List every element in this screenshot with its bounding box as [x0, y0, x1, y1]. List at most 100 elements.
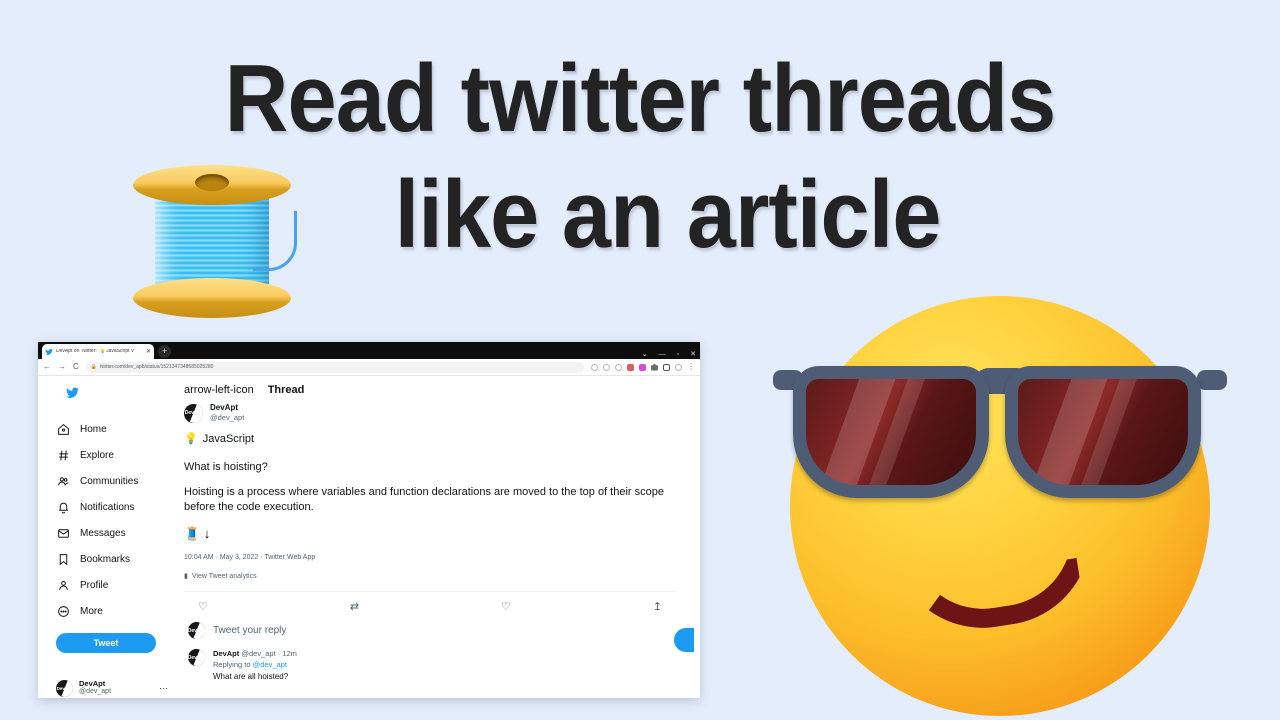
twitter-bird-icon	[45, 348, 53, 355]
new-tab-button[interactable]: +	[158, 345, 171, 358]
sidebar-item-label: Explore	[80, 449, 114, 461]
sidebar-item-label: More	[80, 605, 103, 617]
close-window-icon[interactable]: ✕	[690, 351, 696, 358]
avatar: DevApt	[56, 679, 73, 697]
tweet-author-name: DevApt	[210, 403, 239, 412]
extension-red-icon[interactable]	[627, 363, 634, 371]
address-bar[interactable]: 🔒 twitter.com/dev_apb/status/15213473486…	[85, 361, 584, 373]
sidebar-item-label: Notifications	[80, 501, 135, 513]
sidebar-item-label: Communities	[80, 475, 139, 487]
sub-tweet-name: DevApt	[213, 649, 240, 659]
bookmark-star-icon[interactable]	[615, 363, 622, 371]
sub-tweet-replying: Replying to @dev_apt	[213, 660, 297, 669]
browser-titlebar: DevApt on Twitter: "💡JavaScript V ✕ + ⌄ …	[38, 342, 700, 359]
sidebar-item-profile[interactable]: Profile	[56, 572, 180, 598]
floating-action-button[interactable]	[674, 628, 694, 652]
twitter-page: Home Explore Communities Notifications M…	[38, 376, 700, 698]
thread-spool-icon	[133, 163, 297, 318]
reply-icon[interactable]: ♡	[198, 600, 208, 613]
reply-placeholder: Tweet your reply	[213, 625, 287, 637]
edit-icon[interactable]	[603, 363, 610, 371]
tab-title: DevApt on Twitter: "💡JavaScript V	[56, 349, 135, 354]
sub-tweet-text: What are all hoisted?	[213, 672, 289, 682]
replying-prefix: Replying to	[213, 660, 253, 670]
sidebar-item-messages[interactable]: Messages	[56, 520, 180, 546]
twitter-bird-icon[interactable]	[64, 386, 81, 400]
headline-line-1: Read twitter threads	[224, 45, 1057, 152]
tweet-analytics-link[interactable]: ▮ View Tweet analytics	[184, 572, 676, 581]
ellipsis-icon[interactable]: ···	[159, 683, 168, 693]
avatar: DevApt	[188, 649, 205, 667]
more-circle-icon	[56, 605, 71, 618]
bookmark-icon	[56, 553, 71, 566]
sunglasses-icon	[773, 358, 1227, 514]
share-icon[interactable]	[591, 363, 598, 371]
tweet-question: What is hoisting?	[184, 461, 268, 474]
lock-icon: 🔒	[90, 364, 98, 370]
poster-canvas: Read twitter threads like an article Dev…	[0, 0, 1280, 720]
like-icon[interactable]: ♡	[501, 600, 511, 613]
sidebar-item-communities[interactable]: Communities	[56, 468, 180, 494]
thread-reply-tweet[interactable]: DevApt DevApt @dev_apt · 12m Replying to…	[184, 649, 676, 681]
minimize-icon[interactable]: —	[659, 351, 666, 358]
reload-icon[interactable]: C	[73, 363, 79, 371]
maximize-icon[interactable]: ▫	[677, 351, 679, 358]
sidebar-item-explore[interactable]: Explore	[56, 442, 180, 468]
tweet-button[interactable]: Tweet	[56, 633, 156, 653]
communities-icon	[56, 475, 71, 488]
window-controls: ⌄ — ▫ ✕	[642, 351, 696, 358]
sidebar-item-label: Profile	[80, 579, 109, 591]
chevron-down-icon[interactable]: ⌄	[642, 351, 648, 358]
thread-column: arrow-left-icon Thread DevApt DevApt @de…	[180, 376, 682, 698]
reply-composer[interactable]: DevApt Tweet your reply	[184, 622, 676, 640]
browser-toolbar: ← → C 🔒 twitter.com/dev_apb/status/15213…	[38, 359, 700, 376]
tweet-topic-label: JavaScript	[202, 432, 255, 445]
tweet-timestamp: 10:04 AM · May 3, 2022 · Twitter Web App	[184, 554, 316, 562]
sidebar-item-bookmarks[interactable]: Bookmarks	[56, 546, 180, 572]
extension-magenta-icon[interactable]	[639, 363, 646, 371]
sidebar-item-notifications[interactable]: Notifications	[56, 494, 180, 520]
sidebar-icon[interactable]	[663, 363, 670, 371]
account-switcher[interactable]: DevApt DevApt @dev_apt ···	[56, 679, 168, 697]
tweet-topic: 💡 JavaScript	[184, 432, 676, 446]
tweet-author[interactable]: DevApt DevApt @dev_apt	[184, 403, 682, 423]
browser-window: DevApt on Twitter: "💡JavaScript V ✕ + ⌄ …	[38, 342, 700, 698]
tweet-analytics-label: View Tweet analytics	[191, 572, 257, 580]
profile-icon[interactable]	[675, 363, 682, 371]
avatar: DevApt	[188, 622, 205, 640]
extensions-puzzle-icon[interactable]	[651, 363, 658, 371]
arrow-left-icon[interactable]: arrow-left-icon	[184, 384, 254, 396]
sidebar-item-label: Home	[80, 423, 107, 435]
back-icon[interactable]: ←	[43, 363, 51, 371]
share-icon[interactable]: ↥	[653, 600, 662, 613]
sub-tweet-handle: @dev_apt	[241, 649, 276, 659]
bar-chart-icon: ▮	[184, 573, 188, 581]
sub-tweet-header: DevApt @dev_apt · 12m	[213, 649, 297, 659]
bell-icon	[56, 501, 71, 514]
retweet-icon[interactable]: ⇄	[350, 600, 359, 613]
person-icon	[56, 579, 71, 592]
avatar: DevApt	[184, 403, 203, 423]
account-handle: @dev_apt	[79, 688, 112, 696]
sub-tweet-time: 12m	[282, 649, 297, 659]
sidebar-item-home[interactable]: Home	[56, 416, 180, 442]
envelope-icon	[56, 527, 71, 540]
sidebar-item-more[interactable]: More	[56, 598, 180, 624]
thread-title: Thread	[267, 384, 305, 396]
sidebar-item-label: Bookmarks	[80, 553, 131, 565]
account-name: DevApt	[79, 679, 106, 688]
tweet-actions: ♡ ⇄ ♡ ↥	[184, 591, 676, 613]
kebab-menu-icon[interactable]: ⋮	[687, 363, 695, 371]
address-bar-url: twitter.com/dev_apb/status/1521347348685…	[100, 363, 214, 370]
tweet-body: 💡 JavaScript What is hoisting? Hoisting …	[180, 432, 682, 681]
replying-to-handle[interactable]: @dev_apt	[253, 660, 287, 669]
browser-tab[interactable]: DevApt on Twitter: "💡JavaScript V ✕	[42, 344, 154, 359]
close-icon[interactable]: ✕	[146, 349, 151, 355]
hash-icon	[56, 449, 71, 462]
toolbar-icons: ⋮	[591, 363, 695, 371]
thread-header: arrow-left-icon Thread	[180, 384, 682, 396]
thread-marker: 🧵 ↓	[184, 526, 211, 542]
home-icon	[56, 423, 71, 436]
forward-icon[interactable]: →	[58, 363, 66, 371]
twitter-sidebar: Home Explore Communities Notifications M…	[38, 376, 180, 698]
